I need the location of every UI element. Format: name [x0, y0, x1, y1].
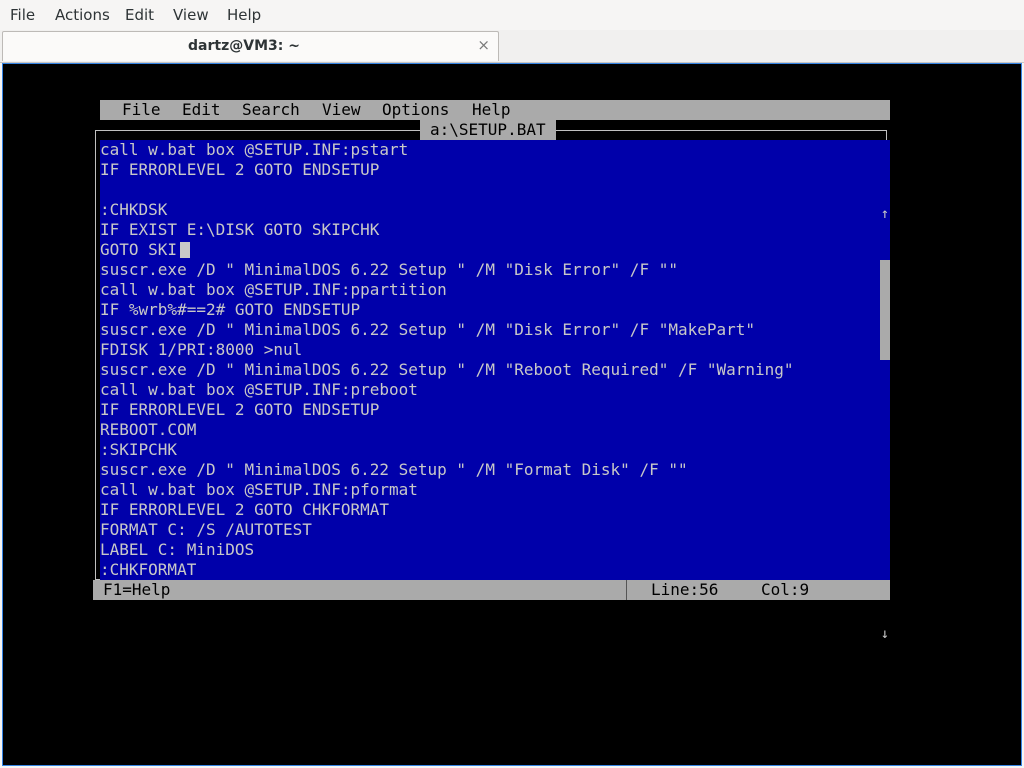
menu-edit[interactable]: Edit: [125, 6, 154, 24]
tab-title: dartz@VM3: ~: [188, 38, 300, 54]
editor-line: IF ERRORLEVEL 2 GOTO CHKFORMAT: [100, 500, 389, 519]
line-indicator: Line:56: [651, 580, 719, 599]
text-cursor: [180, 242, 190, 258]
menu-actions[interactable]: Actions: [55, 6, 110, 24]
editor-line: call w.bat box @SETUP.INF:pstart: [100, 140, 409, 159]
editor-line: :CHKFORMAT: [100, 560, 197, 579]
file-name-title: a:\SETUP.BAT: [420, 120, 556, 140]
terminal-tab[interactable]: dartz@VM3: ~ ×: [2, 31, 499, 61]
editor-line: IF EXIST E:\DISK GOTO SKIPCHK: [100, 220, 380, 239]
editor-line: call w.bat box @SETUP.INF:preboot: [100, 380, 418, 399]
close-icon[interactable]: ×: [477, 36, 490, 54]
editor-line: suscr.exe /D " MinimalDOS 6.22 Setup " /…: [100, 460, 688, 479]
menu-view[interactable]: View: [173, 6, 209, 24]
tab-bar: dartz@VM3: ~ ×: [0, 30, 1024, 63]
scroll-up-arrow-icon[interactable]: ↑: [880, 204, 890, 224]
editor-line: :SKIPCHK: [100, 440, 178, 459]
editor-line: REBOOT.COM: [100, 420, 197, 439]
editor-text-area[interactable]: call w.bat box @SETUP.INF:pstart IF ERRO…: [100, 140, 880, 580]
dos-menu-edit[interactable]: Edit: [182, 100, 221, 120]
editor-line: IF ERRORLEVEL 2 GOTO ENDSETUP: [100, 160, 380, 179]
status-divider: [626, 580, 627, 600]
editor-line: IF ERRORLEVEL 2 GOTO ENDSETUP: [100, 400, 380, 419]
menu-help[interactable]: Help: [227, 6, 261, 24]
dos-menu-help[interactable]: Help: [472, 100, 511, 120]
scrollbar-thumb[interactable]: [880, 260, 890, 280]
dos-menu-file[interactable]: File: [122, 100, 161, 120]
editor-line: suscr.exe /D " MinimalDOS 6.22 Setup " /…: [100, 320, 756, 339]
dos-menubar: File Edit Search View Options Help: [100, 100, 890, 120]
editor-line: call w.bat box @SETUP.INF:ppartition: [100, 280, 447, 299]
editor-line: FORMAT C: /S /AUTOTEST: [100, 520, 312, 539]
editor-line: call w.bat box @SETUP.INF:pformat: [100, 480, 418, 499]
editor-line: suscr.exe /D " MinimalDOS 6.22 Setup " /…: [100, 260, 678, 279]
dos-menu-view[interactable]: View: [322, 100, 361, 120]
dos-menu-options[interactable]: Options: [382, 100, 449, 120]
column-indicator: Col:9: [761, 580, 810, 599]
editor-line: :CHKDSK: [100, 200, 168, 219]
editor-line: IF %wrb%#==2# GOTO ENDSETUP: [100, 300, 361, 319]
help-hint: F1=Help: [103, 580, 171, 599]
editor-line: LABEL C: MiniDOS: [100, 540, 255, 559]
app-menubar: File Actions Edit View Help: [0, 0, 1024, 30]
menu-file[interactable]: File: [10, 6, 35, 24]
dos-status-bar: F1=Help Line:56 Col:9: [93, 580, 890, 600]
scrollbar-track[interactable]: [880, 280, 890, 360]
dos-menu-search[interactable]: Search: [242, 100, 300, 120]
editor-line: GOTO SKI: [100, 240, 178, 259]
scroll-down-arrow-icon[interactable]: ↓: [880, 624, 890, 644]
editor-line: suscr.exe /D " MinimalDOS 6.22 Setup " /…: [100, 360, 794, 379]
editor-line: FDISK 1/PRI:8000 >nul: [100, 340, 303, 359]
